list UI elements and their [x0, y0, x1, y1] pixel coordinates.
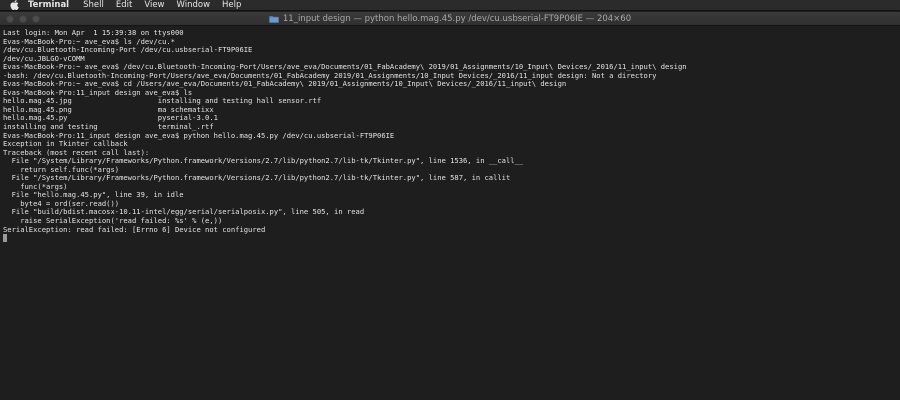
window-title-group: 11_input design — python hello.mag.45.py… — [269, 14, 631, 24]
window-controls — [6, 15, 40, 23]
zoom-window-button[interactable] — [32, 15, 40, 23]
screen: Terminal Shell Edit View Window Help 11_… — [0, 0, 900, 400]
minimize-window-button[interactable] — [19, 15, 27, 23]
window-title: 11_input design — python hello.mag.45.py… — [282, 13, 632, 24]
apple-icon[interactable] — [8, 0, 20, 10]
menu-view[interactable]: View — [144, 0, 164, 11]
menu-window[interactable]: Window — [177, 0, 211, 11]
terminal-output[interactable]: Last login: Mon Apr 1 15:39:38 on ttys00… — [3, 28, 900, 243]
menu-shell[interactable]: Shell — [83, 0, 104, 11]
terminal-line: SerialException: read failed: [Errno 6] … — [3, 224, 266, 234]
menu-bar: Terminal Shell Edit View Window Help — [0, 0, 900, 11]
menu-terminal[interactable]: Terminal — [28, 0, 69, 11]
menu-edit[interactable]: Edit — [116, 0, 132, 11]
terminal-cursor — [3, 234, 7, 243]
window-title-bar[interactable]: 11_input design — python hello.mag.45.py… — [0, 12, 900, 26]
close-window-button[interactable] — [6, 15, 14, 23]
terminal-pane[interactable]: Last login: Mon Apr 1 15:39:38 on ttys00… — [0, 27, 900, 400]
menu-help[interactable]: Help — [222, 0, 241, 11]
folder-icon — [269, 15, 279, 23]
terminal-line: File "/System/Library/Frameworks/Python.… — [3, 173, 511, 183]
